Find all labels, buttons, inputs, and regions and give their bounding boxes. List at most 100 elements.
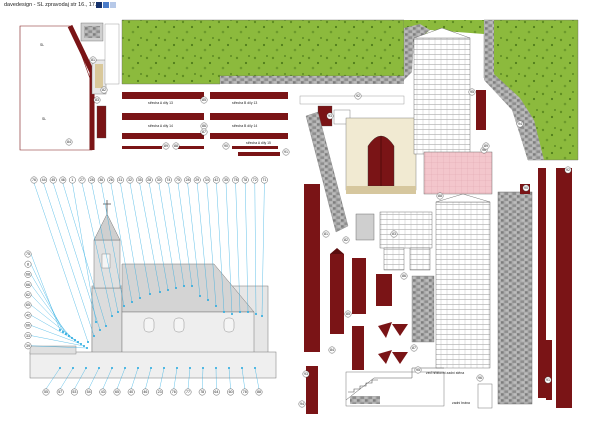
leader-dot bbox=[261, 315, 263, 317]
callout-part-8-label: 89 bbox=[164, 144, 168, 148]
callout-extra-7-label: 88 bbox=[438, 194, 442, 198]
leader-dot bbox=[175, 287, 177, 289]
callout-extra-2-label: 83 bbox=[392, 232, 396, 236]
callout-part-10-label: 91 bbox=[284, 150, 288, 154]
callout-top-14-label: 74 bbox=[166, 178, 170, 182]
leader-dot bbox=[62, 331, 64, 333]
leader-dot bbox=[254, 367, 256, 369]
leader-line bbox=[30, 325, 82, 345]
callout-part-11-label: 92 bbox=[356, 94, 360, 98]
leader-line bbox=[30, 315, 79, 343]
leader-dot bbox=[68, 335, 70, 337]
callout-part-4-label: 85 bbox=[202, 98, 206, 102]
callout-top-19-label: 42 bbox=[214, 178, 218, 182]
leader-dot bbox=[191, 285, 193, 287]
leader-dot bbox=[159, 291, 161, 293]
callout-part-6-label: 87 bbox=[202, 130, 206, 134]
leader-dot bbox=[199, 295, 201, 297]
leader-line bbox=[30, 253, 61, 331]
leader-dot bbox=[111, 367, 113, 369]
leader-dot bbox=[215, 367, 217, 369]
callout-top-7-label: 36 bbox=[99, 178, 103, 182]
leader-dot bbox=[139, 297, 141, 299]
callout-bottom-8-label: 23 bbox=[158, 390, 162, 394]
leader-dot bbox=[124, 367, 126, 369]
callout-bottom-3-label: 54 bbox=[87, 390, 91, 394]
leader-dot bbox=[228, 367, 230, 369]
leader-dot bbox=[98, 367, 100, 369]
svg-text:SL: SL bbox=[40, 43, 44, 47]
leader-dot bbox=[95, 321, 97, 323]
leader-dot bbox=[163, 367, 165, 369]
callout-part-12-label: 93 bbox=[328, 114, 332, 118]
leader-dot bbox=[86, 347, 88, 349]
callout-left-9-label: 39 bbox=[26, 344, 30, 348]
strip-label-a: střecha A díly 13 bbox=[148, 101, 173, 105]
callout-bottom-6-label: 40 bbox=[129, 390, 133, 394]
callout-top-5-label: 27 bbox=[80, 178, 84, 182]
leader-dot bbox=[241, 367, 243, 369]
callout-bottom-1-label: 57 bbox=[58, 390, 62, 394]
callout-extra-12-label: 93 bbox=[304, 372, 308, 376]
leader-dot bbox=[255, 313, 257, 315]
model-sheet: davedesign - SL zpravodaj str 16., 17. S… bbox=[0, 0, 600, 430]
callout-bottom-13-label: 60 bbox=[229, 390, 233, 394]
leader-dot bbox=[189, 367, 191, 369]
leader-dot bbox=[85, 367, 87, 369]
leader-dot bbox=[80, 343, 82, 345]
leader-dot bbox=[137, 367, 139, 369]
callout-extra-8-label: 89 bbox=[484, 144, 488, 148]
leader-dot bbox=[207, 299, 209, 301]
callout-bottom-12-label: 64 bbox=[214, 390, 218, 394]
callout-top-15-label: 75 bbox=[176, 178, 180, 182]
leader-dot bbox=[183, 285, 185, 287]
callout-bottom-2-label: 53 bbox=[72, 390, 76, 394]
leader-dot bbox=[117, 311, 119, 313]
callout-bottom-0-label: 55 bbox=[44, 390, 48, 394]
callout-top-16-label: 28 bbox=[186, 178, 190, 182]
leader-dot bbox=[72, 367, 74, 369]
callout-bottom-15-label: 88 bbox=[257, 390, 261, 394]
callout-top-8-label: 26 bbox=[109, 178, 113, 182]
callout-part-13-label: 94 bbox=[518, 122, 522, 126]
callout-part-3-label: 84 bbox=[67, 140, 71, 144]
leader-dot bbox=[99, 329, 101, 331]
leader-dot bbox=[247, 311, 249, 313]
callout-left-5-label: 65 bbox=[26, 303, 30, 307]
strip-label-c: střecha A díly 14 bbox=[148, 124, 173, 128]
callout-left-2-label: 68 bbox=[26, 273, 30, 277]
leader-dot bbox=[223, 311, 225, 313]
callout-bottom-14-label: 78 bbox=[243, 390, 247, 394]
leader-dot bbox=[149, 293, 151, 295]
leader-dot bbox=[59, 367, 61, 369]
callout-bottom-7-label: 46 bbox=[143, 390, 147, 394]
leader-dot bbox=[77, 341, 79, 343]
callout-top-6-label: 28 bbox=[90, 178, 94, 182]
callout-extra-9-label: 90 bbox=[524, 186, 528, 190]
callout-part-9-label: 90 bbox=[224, 144, 228, 148]
leader-dot bbox=[83, 345, 85, 347]
leader-dot bbox=[65, 333, 67, 335]
leader-line bbox=[43, 182, 95, 337]
callout-top-21-label: 78 bbox=[234, 178, 238, 182]
gate-note: zadní brána bbox=[452, 401, 470, 405]
callout-left-3-label: 66 bbox=[26, 283, 30, 287]
callout-top-12-label: 28 bbox=[147, 178, 151, 182]
leader-dot bbox=[71, 337, 73, 339]
leader-dot bbox=[131, 301, 133, 303]
callout-extra-11-label: 92 bbox=[566, 168, 570, 172]
leader-line bbox=[33, 182, 89, 343]
leader-line bbox=[30, 294, 73, 339]
callout-left-0-label: 75 bbox=[26, 252, 30, 256]
leader-dot bbox=[59, 329, 61, 331]
leader-dot bbox=[93, 335, 95, 337]
callout-extra-3-label: 84 bbox=[330, 348, 334, 352]
callout-top-24-label: 71 bbox=[262, 178, 266, 182]
leader-line bbox=[30, 304, 76, 341]
leader-line bbox=[30, 284, 70, 337]
callout-left-8-label: 33 bbox=[26, 334, 30, 338]
callout-left-7-label: 66 bbox=[26, 324, 30, 328]
callout-bottom-10-label: 77 bbox=[186, 390, 190, 394]
callout-top-20-label: 35 bbox=[224, 178, 228, 182]
leader-dot bbox=[123, 305, 125, 307]
